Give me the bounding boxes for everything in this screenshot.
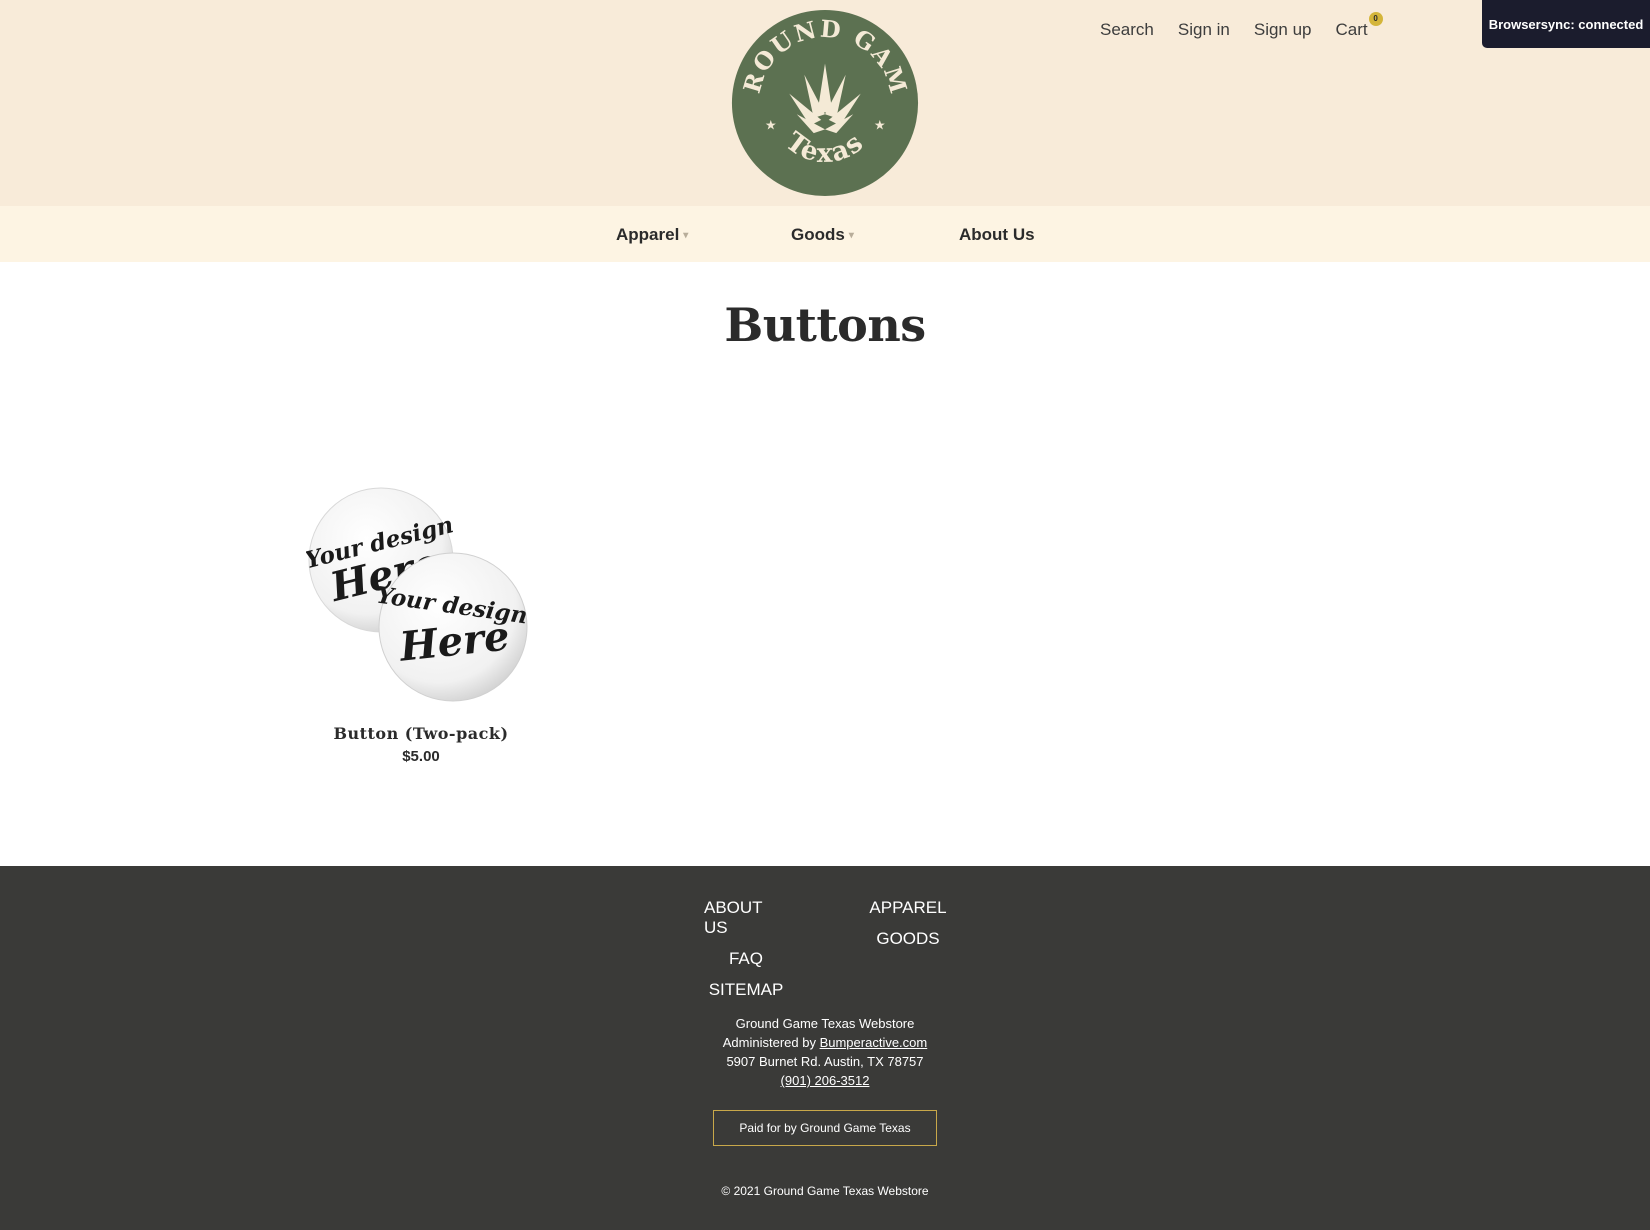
footer-faq-link[interactable]: FAQ (729, 949, 763, 969)
site-footer: ABOUT US FAQ SITEMAP APPAREL GOODS Groun… (0, 866, 1650, 1230)
product-card[interactable]: Your design Here Your design Here Button… (300, 480, 542, 765)
footer-about-us-link[interactable]: ABOUT US (704, 898, 788, 938)
browsersync-notification: Browsersync: connected (1482, 0, 1650, 48)
product-image[interactable]: Your design Here Your design Here (302, 480, 536, 710)
site-header: GROUND GAME Texas ★ ★ Search Sign in Sig… (0, 0, 1650, 206)
search-link[interactable]: Search (1100, 20, 1154, 40)
footer-apparel-link[interactable]: APPAREL (869, 898, 946, 918)
footer-goods-link[interactable]: GOODS (876, 929, 939, 949)
store-phone-link[interactable]: (901) 206-3512 (781, 1073, 870, 1088)
administered-by: Administered by Bumperactive.com (722, 1035, 928, 1050)
star-icon: ★ (765, 118, 777, 133)
cart-label: Cart (1335, 20, 1368, 39)
nav-about-us[interactable]: About Us (959, 225, 1035, 245)
footer-links-col1: ABOUT US FAQ SITEMAP (704, 898, 788, 1000)
cart-link[interactable]: Cart 0 (1335, 12, 1383, 40)
product-name[interactable]: Button (Two-pack) (300, 724, 542, 743)
sign-in-link[interactable]: Sign in (1178, 20, 1230, 40)
nav-goods[interactable]: Goods ▾ (791, 225, 854, 245)
page-title: Buttons (724, 298, 926, 352)
sign-up-link[interactable]: Sign up (1254, 20, 1312, 40)
main-nav: Apparel ▾ Goods ▾ About Us (0, 206, 1650, 262)
footer-sitemap-link[interactable]: SITEMAP (709, 980, 784, 1000)
nav-goods-label: Goods (791, 225, 845, 244)
cart-count-badge: 0 (1368, 12, 1383, 26)
nav-apparel-label: Apparel (616, 225, 680, 244)
store-info: Ground Game Texas Webstore Administered … (0, 1014, 1650, 1090)
store-address: 5907 Burnet Rd. Austin, TX 78757 (726, 1054, 924, 1069)
nav-about-us-label: About Us (959, 225, 1035, 244)
footer-links-col2: APPAREL GOODS (868, 898, 948, 949)
ground-game-texas-logo[interactable]: GROUND GAME Texas ★ ★ (731, 9, 919, 197)
chevron-down-icon: ▾ (683, 229, 689, 241)
nav-apparel[interactable]: Apparel ▾ (616, 225, 688, 245)
chevron-down-icon: ▾ (848, 229, 854, 241)
star-icon: ★ (874, 118, 886, 133)
paid-for-notice: Paid for by Ground Game Texas (713, 1110, 937, 1146)
bumperactive-link[interactable]: Bumperactive.com (820, 1035, 928, 1050)
account-links: Search Sign in Sign up Cart 0 (1100, 12, 1383, 40)
copyright: © 2021 Ground Game Texas Webstore (721, 1184, 929, 1198)
product-price: $5.00 (402, 748, 440, 765)
store-name: Ground Game Texas Webstore (735, 1016, 915, 1031)
